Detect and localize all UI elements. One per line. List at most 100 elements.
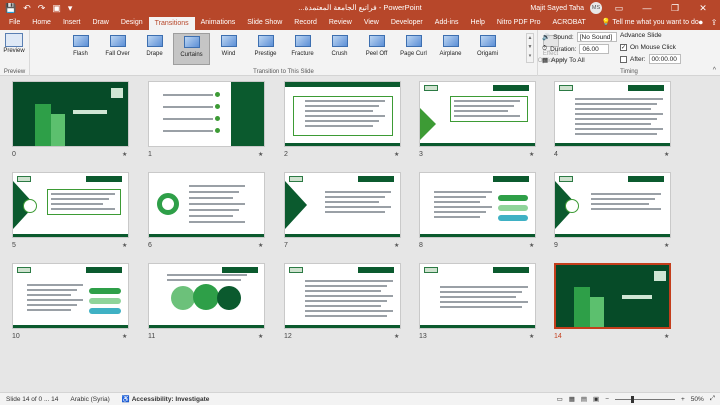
tab-view[interactable]: View xyxy=(358,16,385,30)
redo-icon[interactable]: ↷ xyxy=(38,0,46,16)
accessibility-status[interactable]: ♿ Accessibility: Investigate xyxy=(116,395,216,403)
normal-view-icon[interactable]: ▭ xyxy=(557,395,563,403)
slide-preview[interactable] xyxy=(148,263,265,329)
slide-preview[interactable] xyxy=(419,263,536,329)
slide-thumbnail-0[interactable]: 0 ★ xyxy=(12,81,130,161)
slide-preview[interactable] xyxy=(554,172,671,238)
tab-add-ins[interactable]: Add-ins xyxy=(429,16,465,30)
transition-page-curl[interactable]: Page Curl xyxy=(395,33,432,65)
tab-transitions[interactable]: Transitions xyxy=(148,17,195,30)
slide-show-view-icon[interactable]: ▣ xyxy=(593,395,599,403)
reading-view-icon[interactable]: ▤ xyxy=(581,395,587,403)
text-line xyxy=(325,191,391,193)
transition-prestige[interactable]: Prestige xyxy=(247,33,284,65)
transition-crush[interactable]: Crush xyxy=(321,33,358,65)
save-icon[interactable]: 💾 xyxy=(5,0,16,16)
after-checkbox[interactable] xyxy=(620,55,627,63)
tab-record[interactable]: Record xyxy=(288,16,323,30)
transition-drape[interactable]: Drape xyxy=(136,33,173,65)
after-option[interactable]: After: 00:00.00 xyxy=(620,54,681,64)
fit-slide-icon[interactable]: ⤢ xyxy=(710,395,715,403)
transition-fracture[interactable]: Fracture xyxy=(284,33,321,65)
undo-icon[interactable]: ↶ xyxy=(23,0,31,16)
zoom-slider-thumb[interactable] xyxy=(630,395,634,403)
slide-thumbnail-1[interactable]: 1 ★ xyxy=(148,81,266,161)
record-icon[interactable]: ⏺ xyxy=(699,16,703,30)
transition-fall-over[interactable]: Fall Over xyxy=(99,33,136,65)
customize-qat-icon[interactable]: ▾ xyxy=(68,0,73,16)
tab-acrobat[interactable]: ACROBAT xyxy=(546,16,591,30)
slide-preview[interactable] xyxy=(12,263,129,329)
zoom-level[interactable]: 50% xyxy=(691,396,704,403)
slide-preview[interactable] xyxy=(148,81,265,147)
gallery-scroll-down-icon[interactable]: ▼ xyxy=(527,43,533,52)
slide-thumbnail-10[interactable]: 10 ★ xyxy=(12,263,130,343)
slide-preview[interactable] xyxy=(284,172,401,238)
slide-preview[interactable] xyxy=(419,172,536,238)
tab-developer[interactable]: Developer xyxy=(385,16,429,30)
tab-design[interactable]: Design xyxy=(115,16,149,30)
slide-thumbnail-3[interactable]: 3 ★ xyxy=(419,81,537,161)
tab-slide-show[interactable]: Slide Show xyxy=(241,16,288,30)
slide-preview[interactable] xyxy=(284,81,401,147)
tab-nitro-pdf-pro[interactable]: Nitro PDF Pro xyxy=(491,16,547,30)
slide-thumbnail-2[interactable]: 2 ★ xyxy=(284,81,402,161)
slide-preview[interactable] xyxy=(554,263,671,329)
slide-thumbnail-11[interactable]: 11 ★ xyxy=(148,263,266,343)
slide-thumbnail-6[interactable]: 6 ★ xyxy=(148,172,266,252)
slide-thumbnail-7[interactable]: 7 ★ xyxy=(284,172,402,252)
slide-thumbnail-8[interactable]: 8 ★ xyxy=(419,172,537,252)
slide-thumbnail-5[interactable]: 5 ★ xyxy=(12,172,130,252)
text-line xyxy=(591,203,649,205)
on-mouse-click-option[interactable]: ✓ On Mouse Click xyxy=(620,44,676,51)
transition-curtains[interactable]: Curtains xyxy=(173,33,210,65)
slide-thumbnail-13[interactable]: 13 ★ xyxy=(419,263,537,343)
slide-thumbnail-4[interactable]: 4 ★ xyxy=(554,81,672,161)
gallery-scroll-up-icon[interactable]: ▲ xyxy=(527,34,533,43)
on-mouse-click-checkbox[interactable]: ✓ xyxy=(620,44,627,51)
share-icon[interactable]: ⇪ xyxy=(711,16,718,30)
zoom-in-button[interactable]: + xyxy=(681,396,685,403)
tab-draw[interactable]: Draw xyxy=(86,16,114,30)
gallery-more-icon[interactable]: ▾ xyxy=(527,52,533,61)
slide-preview[interactable] xyxy=(554,81,671,147)
minimize-button[interactable]: — xyxy=(636,3,658,13)
tell-me-search[interactable]: 💡 Tell me what you want to do xyxy=(592,16,699,30)
slide-thumbnail-9[interactable]: 9 ★ xyxy=(554,172,672,252)
gallery-scroll[interactable]: ▲ ▼ ▾ xyxy=(526,33,534,63)
slide-preview[interactable] xyxy=(12,172,129,238)
tab-insert[interactable]: Insert xyxy=(57,16,87,30)
language-indicator[interactable]: Arabic (Syria) xyxy=(64,396,115,403)
tab-animations[interactable]: Animations xyxy=(195,16,242,30)
ribbon-display-icon[interactable]: ▭ xyxy=(608,3,630,14)
slide-preview[interactable] xyxy=(284,263,401,329)
slide-thumbnail-12[interactable]: 12 ★ xyxy=(284,263,402,343)
slide-preview[interactable] xyxy=(148,172,265,238)
slide-thumbnail-14[interactable]: 14 ★ xyxy=(554,263,672,343)
tab-home[interactable]: Home xyxy=(26,16,57,30)
restore-button[interactable]: ❐ xyxy=(664,3,686,14)
after-input[interactable]: 00:00.00 xyxy=(648,54,681,64)
tab-help[interactable]: Help xyxy=(465,16,491,30)
present-icon[interactable]: ▣ xyxy=(52,0,61,16)
duration-input[interactable]: 06.00 xyxy=(579,44,610,54)
sound-select[interactable]: [No Sound] xyxy=(576,32,617,42)
zoom-slider[interactable] xyxy=(614,395,675,403)
transition-flash[interactable]: Flash xyxy=(62,33,99,65)
transition-peel-off[interactable]: Peel Off xyxy=(358,33,395,65)
slide-sorter-view-icon[interactable]: ▦ xyxy=(569,395,575,403)
transition-airplane[interactable]: Airplane xyxy=(432,33,469,65)
transition-wind[interactable]: Wind xyxy=(210,33,247,65)
transition-origami[interactable]: Origami xyxy=(469,33,506,65)
user-name[interactable]: Majit Sayed Taha xyxy=(530,5,584,12)
collapse-ribbon-icon[interactable]: ^ xyxy=(713,67,716,74)
slide-preview[interactable] xyxy=(12,81,129,147)
tab-file[interactable]: File xyxy=(3,16,26,30)
apply-to-all-button[interactable]: ▦ Apply To All xyxy=(542,56,585,65)
tab-review[interactable]: Review xyxy=(323,16,358,30)
preview-button[interactable]: Preview xyxy=(3,33,25,54)
zoom-out-button[interactable]: − xyxy=(605,396,609,403)
close-button[interactable]: ✕ xyxy=(692,3,714,14)
avatar[interactable]: MS xyxy=(590,2,602,14)
slide-preview[interactable] xyxy=(419,81,536,147)
